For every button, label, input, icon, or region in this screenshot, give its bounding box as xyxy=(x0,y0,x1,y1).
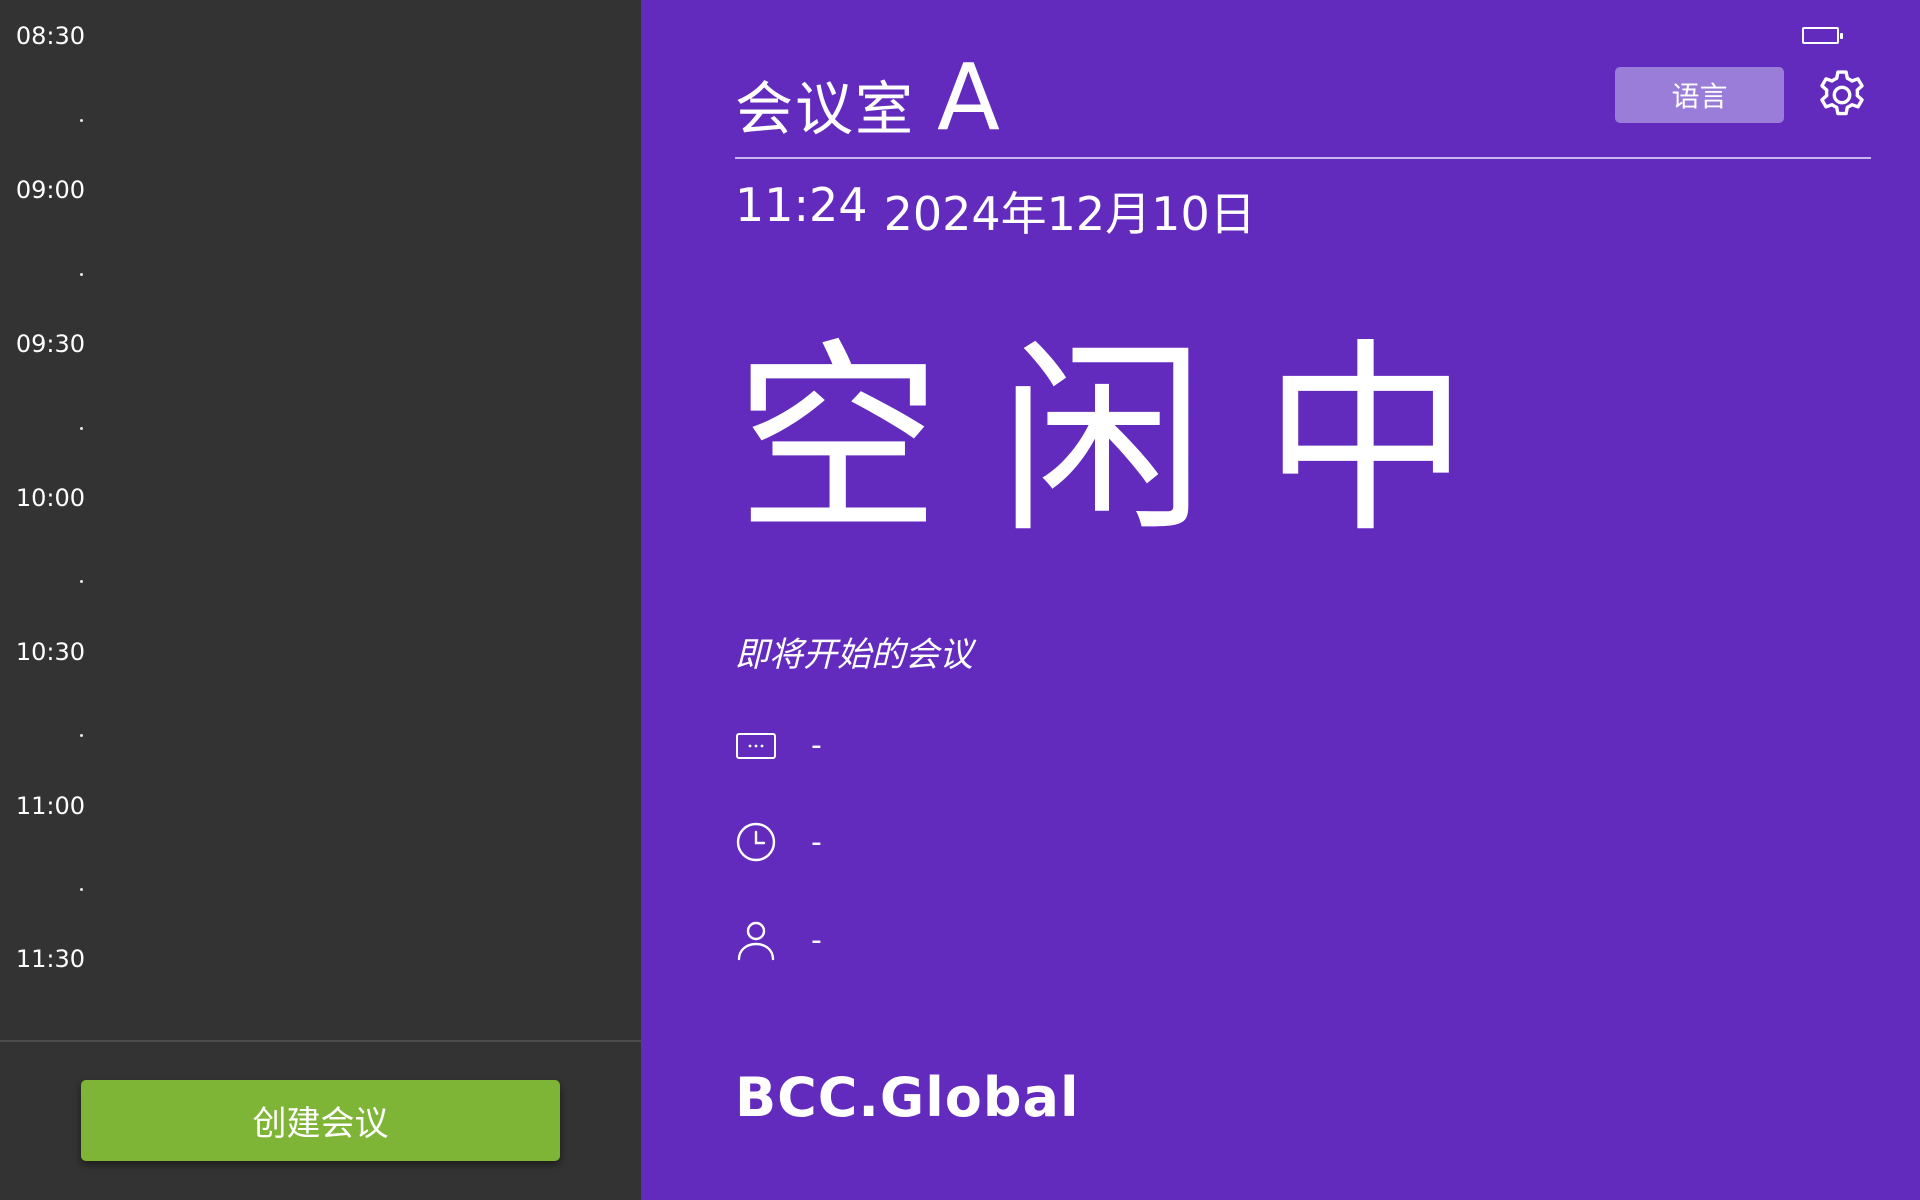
half-hour-marker xyxy=(80,273,83,276)
clock-icon xyxy=(735,821,777,863)
schedule-timeline: 08:30 09:00 09:30 10:00 10:30 11:00 11:3… xyxy=(0,0,641,1200)
room-title: 会议室 A xyxy=(735,52,1000,146)
upcoming-time-row: - xyxy=(735,817,822,867)
time-label-1000: 10:00 xyxy=(15,484,85,512)
room-display-app: 08:30 09:00 09:30 10:00 10:30 11:00 11:3… xyxy=(0,0,1920,1200)
room-letter: A xyxy=(937,44,1000,151)
time-label-0830: 08:30 xyxy=(15,22,85,50)
half-hour-marker xyxy=(80,119,83,122)
upcoming-organizer-row: - xyxy=(735,915,822,965)
gear-icon xyxy=(1820,70,1864,116)
current-time: 11:24 xyxy=(735,178,868,232)
header-divider xyxy=(735,157,1871,159)
message-icon xyxy=(735,724,777,766)
time-label-1130: 11:30 xyxy=(15,945,85,973)
room-status-panel: 会议室 A 语言 11:24 2024年12月10日 空闲中 即将开始的会议 -… xyxy=(641,0,1920,1200)
battery-icon xyxy=(1802,27,1843,44)
timeline-divider xyxy=(0,1040,641,1042)
half-hour-marker xyxy=(80,888,83,891)
half-hour-marker xyxy=(80,427,83,430)
person-icon xyxy=(735,919,777,961)
timeline-scroll-area[interactable]: 08:30 09:00 09:30 10:00 10:30 11:00 11:3… xyxy=(0,0,641,1040)
upcoming-time: - xyxy=(811,824,822,860)
time-label-1030: 10:30 xyxy=(15,638,85,666)
time-label-0930: 09:30 xyxy=(15,330,85,358)
upcoming-organizer: - xyxy=(811,922,822,958)
brand-logo: BCC.Global xyxy=(735,1066,1080,1129)
current-date: 2024年12月10日 xyxy=(883,187,1256,241)
room-status: 空闲中 xyxy=(735,321,1528,561)
half-hour-marker xyxy=(80,734,83,737)
upcoming-meeting-heading: 即将开始的会议 xyxy=(735,635,973,675)
upcoming-subject-row: - xyxy=(735,720,822,770)
language-button[interactable]: 语言 xyxy=(1615,67,1784,123)
current-datetime: 11:24 2024年12月10日 xyxy=(735,178,1256,244)
time-label-0900: 09:00 xyxy=(15,176,85,204)
upcoming-subject: - xyxy=(811,727,822,763)
half-hour-marker xyxy=(80,580,83,583)
create-meeting-button[interactable]: 创建会议 xyxy=(81,1080,560,1161)
time-label-1100: 11:00 xyxy=(15,792,85,820)
settings-button[interactable] xyxy=(1813,66,1871,124)
room-name: 会议室 xyxy=(735,75,916,143)
